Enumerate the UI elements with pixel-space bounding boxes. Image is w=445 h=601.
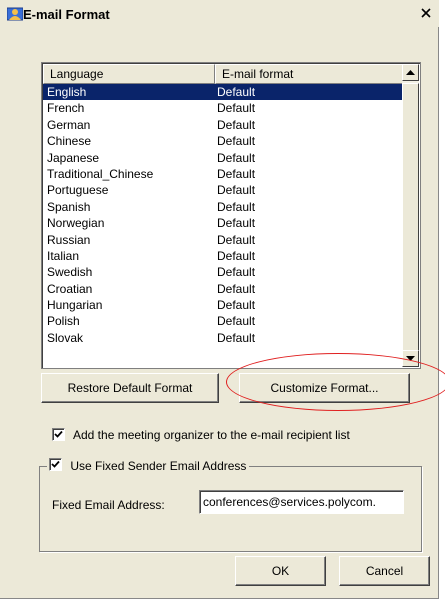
ok-button[interactable]: OK bbox=[235, 556, 326, 586]
format-cell: Default bbox=[217, 101, 256, 116]
format-cell: Default bbox=[217, 216, 256, 231]
fixed-sender-checkbox[interactable] bbox=[49, 458, 62, 472]
window-title: E-mail Format bbox=[23, 7, 110, 22]
language-cell: Traditional_Chinese bbox=[47, 166, 154, 181]
list-item[interactable]: Croatian Default bbox=[43, 281, 402, 297]
format-cell: Default bbox=[217, 117, 256, 132]
list-item[interactable]: French Default bbox=[43, 100, 402, 116]
column-header-language[interactable]: Language bbox=[43, 64, 215, 84]
close-icon bbox=[421, 8, 431, 18]
language-cell: Polish bbox=[47, 314, 80, 329]
vertical-scrollbar[interactable] bbox=[402, 64, 419, 367]
language-cell: Chinese bbox=[47, 134, 92, 149]
format-cell: Default bbox=[217, 314, 256, 329]
restore-default-format-button[interactable]: Restore Default Format bbox=[41, 373, 219, 403]
language-cell: Russian bbox=[47, 232, 91, 247]
email-format-dialog: E-mail Format Language E-mail format Eng… bbox=[0, 0, 445, 599]
fixed-email-field[interactable]: conferences@services.polycom. bbox=[199, 490, 404, 514]
checkmark-icon bbox=[54, 430, 63, 438]
format-cell: Default bbox=[217, 281, 256, 296]
checkmark-icon bbox=[51, 461, 60, 469]
format-cell: Default bbox=[217, 298, 256, 313]
list-item[interactable]: Traditional_Chinese Default bbox=[43, 166, 402, 182]
list-item[interactable]: Portuguese Default bbox=[43, 182, 402, 198]
title-bar: E-mail Format bbox=[0, 0, 439, 27]
language-cell: Japanese bbox=[47, 150, 100, 165]
list-item[interactable]: Spanish Default bbox=[43, 199, 402, 215]
list-item[interactable]: English Default bbox=[43, 84, 402, 101]
fixed-sender-group-legend: Use Fixed Sender Email Address bbox=[47, 458, 250, 474]
language-cell: Italian bbox=[47, 248, 80, 263]
format-cell: Default bbox=[217, 199, 256, 214]
list-item[interactable]: Italian Default bbox=[43, 248, 402, 264]
format-cell: Default bbox=[217, 232, 256, 247]
scrollbar-thumb[interactable] bbox=[402, 83, 419, 353]
list-item[interactable]: Swedish Default bbox=[43, 264, 402, 280]
list-item[interactable]: Japanese Default bbox=[43, 150, 402, 166]
fixed-sender-label: Use Fixed Sender Email Address bbox=[70, 458, 247, 473]
format-cell: Default bbox=[217, 183, 256, 198]
format-cell: Default bbox=[217, 85, 256, 99]
scroll-down-button[interactable] bbox=[402, 350, 419, 367]
add-organizer-label: Add the meeting organizer to the e-mail … bbox=[73, 428, 350, 442]
list-item[interactable]: Norwegian Default bbox=[43, 215, 402, 231]
format-cell: Default bbox=[217, 166, 256, 181]
language-cell: English bbox=[47, 85, 87, 99]
add-organizer-checkbox[interactable] bbox=[52, 428, 65, 441]
arrow-down-icon bbox=[406, 356, 415, 361]
language-cell: Spanish bbox=[47, 199, 91, 214]
arrow-up-icon bbox=[406, 70, 415, 75]
language-cell: Slovak bbox=[47, 330, 84, 345]
list-item[interactable]: Chinese Default bbox=[43, 133, 402, 149]
language-cell: Portuguese bbox=[47, 183, 109, 198]
language-cell: Norwegian bbox=[47, 216, 105, 231]
format-cell: Default bbox=[217, 134, 256, 149]
list-item[interactable]: Polish Default bbox=[43, 313, 402, 329]
language-cell: German bbox=[47, 117, 91, 132]
format-cell: Default bbox=[217, 265, 256, 280]
list-item[interactable]: Hungarian Default bbox=[43, 297, 402, 313]
fixed-email-label: Fixed Email Address: bbox=[52, 498, 165, 512]
list-item[interactable]: German Default bbox=[43, 117, 402, 133]
list-item[interactable]: Slovak Default bbox=[43, 330, 402, 346]
list-rows: English Default French Default German Default… bbox=[43, 84, 402, 346]
language-cell: French bbox=[47, 101, 85, 116]
language-cell: Hungarian bbox=[47, 298, 103, 313]
cancel-button[interactable]: Cancel bbox=[339, 556, 430, 586]
list-item[interactable]: Russian Default bbox=[43, 232, 402, 248]
format-cell: Default bbox=[217, 248, 256, 263]
scroll-up-button[interactable] bbox=[402, 64, 419, 81]
customize-format-button[interactable]: Customize Format... bbox=[239, 373, 410, 403]
app-icon bbox=[7, 7, 23, 21]
column-header-email-format[interactable]: E-mail format bbox=[215, 64, 403, 84]
close-button[interactable] bbox=[419, 6, 433, 20]
language-format-list[interactable]: Language E-mail format English Default Fre… bbox=[41, 62, 421, 369]
language-cell: Swedish bbox=[47, 265, 93, 280]
language-cell: Croatian bbox=[47, 281, 93, 296]
format-cell: Default bbox=[217, 330, 256, 345]
format-cell: Default bbox=[217, 150, 256, 165]
